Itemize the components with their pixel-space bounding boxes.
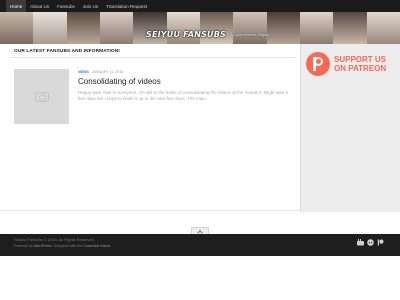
patreon-icon[interactable] [377, 239, 384, 246]
footer-copyright: Seiyuu Fansubs © 2018. All Rights Reserv… [14, 237, 95, 242]
content-divider [0, 210, 300, 211]
banner-photo [366, 12, 400, 44]
social-links [357, 239, 384, 246]
footer-wordpress-link[interactable]: WordPress [34, 244, 52, 248]
main-content: OUR LATEST FANSUBS AND INFORMATION! NEWS… [0, 44, 300, 212]
patreon-text-line1: SUPPORT US [334, 55, 387, 64]
patreon-logo-icon [306, 52, 330, 76]
footer-theme-link[interactable]: Customizr theme [83, 244, 110, 248]
patreon-support-button[interactable]: SUPPORT US ON PATREON [306, 49, 396, 79]
post-category[interactable]: NEWS [78, 70, 89, 74]
banner-photo [0, 12, 34, 44]
nav-fansubs[interactable]: Fansubs [53, 0, 79, 12]
image-placeholder-icon [34, 91, 49, 102]
banner-photo [99, 12, 134, 44]
sidebar: SUPPORT US ON PATREON [300, 44, 400, 212]
banner-photo [299, 12, 334, 44]
banner-photo [33, 12, 67, 44]
reddit-icon[interactable] [367, 239, 374, 246]
top-navigation: Home About Us Fansubs Join Us Translatio… [0, 0, 400, 12]
section-divider [10, 57, 295, 58]
logo-tagline: All you need is Seiyuu [230, 32, 270, 37]
nav-home[interactable]: Home [6, 0, 27, 12]
post-date[interactable]: JANUARY 11, 2018 [92, 70, 123, 74]
youtube-icon[interactable] [357, 239, 364, 246]
nav-about-us[interactable]: About Us [26, 0, 53, 12]
site-logo: SEIYUU FANSUBS All you need is Seiyuu [146, 29, 269, 40]
footer-powered-prefix: Powered by [14, 244, 33, 248]
nav-join-us[interactable]: Join Us [79, 0, 102, 12]
patreon-text: SUPPORT US ON PATREON [334, 55, 386, 73]
post-title[interactable]: Consolidating of videos [78, 77, 161, 86]
banner-photo [333, 12, 367, 44]
patreon-text-line2: ON PATREON [334, 64, 387, 73]
post-thumbnail[interactable] [14, 69, 69, 124]
logo-text: SEIYUU FANSUBS [146, 30, 227, 39]
post-excerpt: Happy New Year to everyone. I'm still in… [78, 90, 288, 102]
banner-photo [66, 12, 100, 44]
footer-designed-prefix: . Designed with the [51, 244, 83, 248]
site-footer: Seiyuu Fansubs © 2018. All Rights Reserv… [0, 234, 400, 256]
nav-translation-request[interactable]: Translation Request [102, 0, 151, 12]
banner-photo [266, 12, 300, 44]
footer-credit: Powered by WordPress. Designed with the … [14, 244, 110, 248]
site-banner[interactable]: SEIYUU FANSUBS All you need is Seiyuu [0, 12, 400, 44]
page-bottom-area [0, 256, 400, 300]
section-title: OUR LATEST FANSUBS AND INFORMATION! [14, 49, 121, 54]
post-meta: NEWS JANUARY 11, 2018 [78, 70, 123, 74]
